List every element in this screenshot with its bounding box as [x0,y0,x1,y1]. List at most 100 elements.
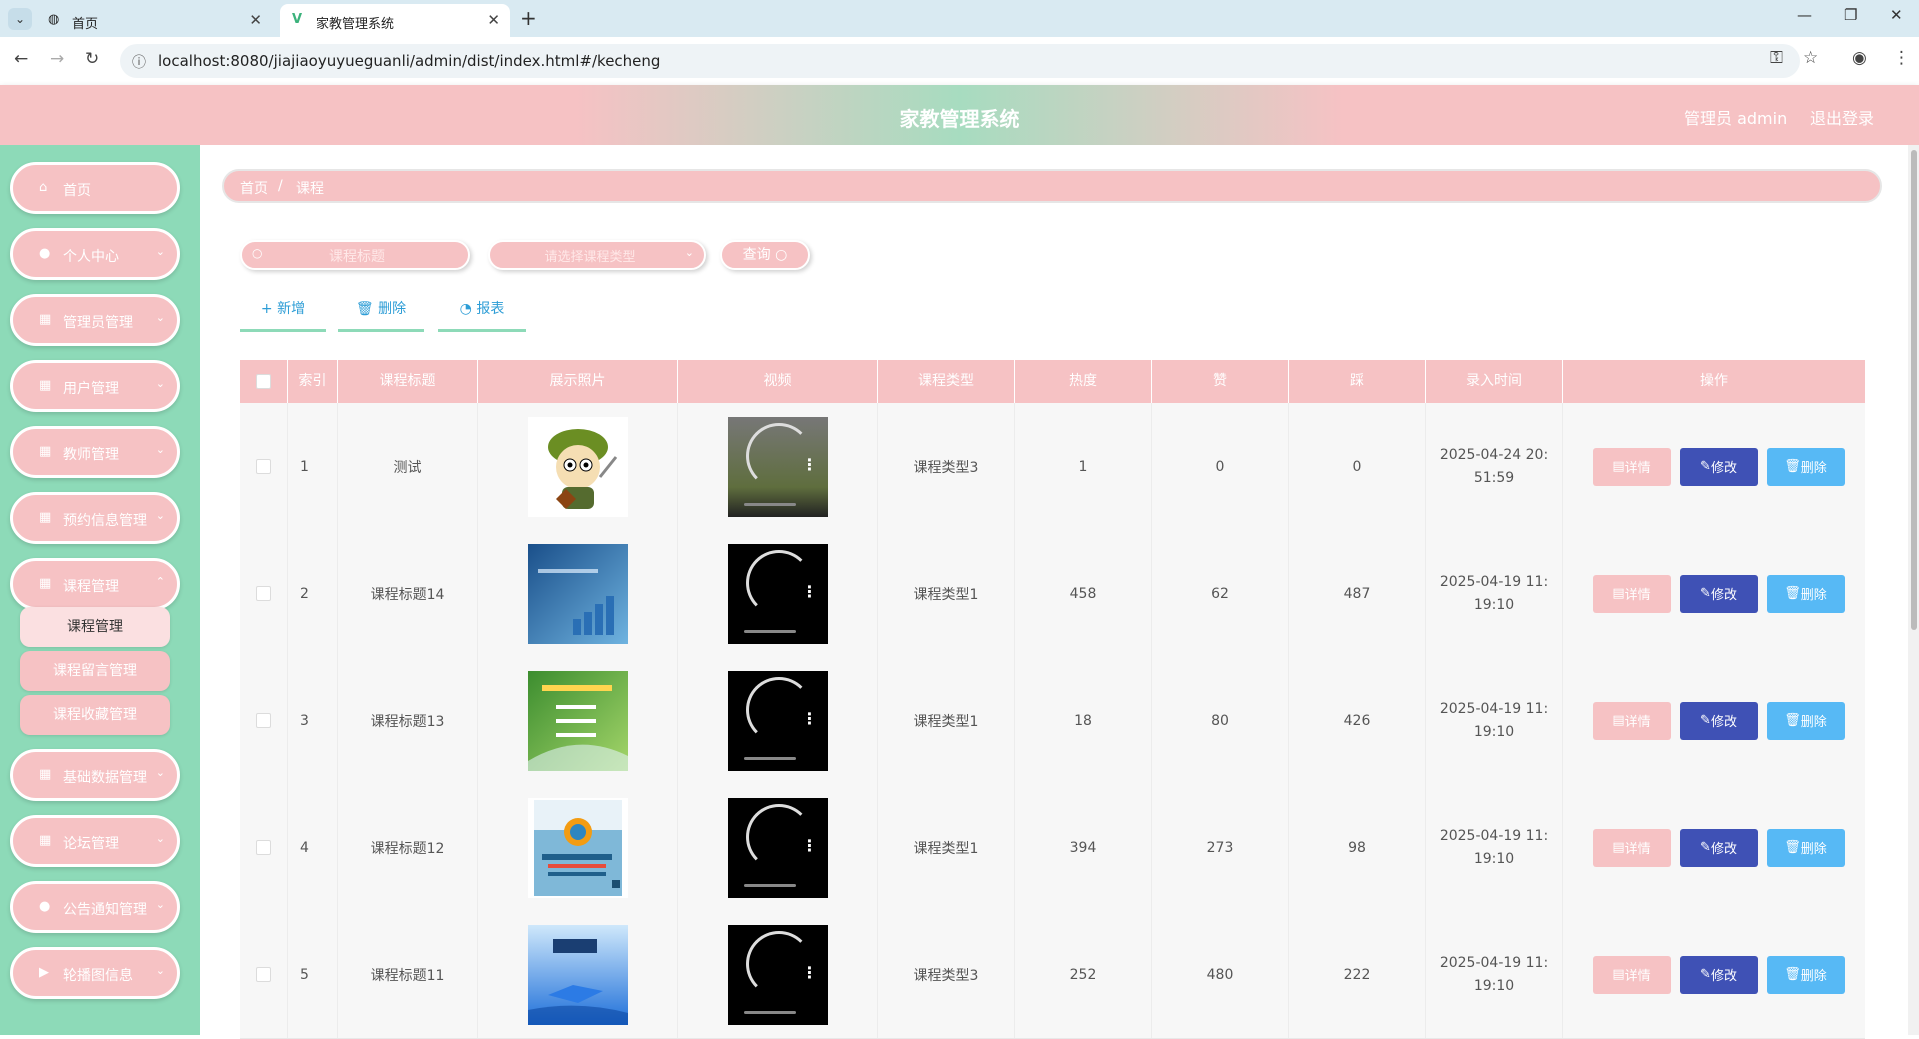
sidebar-item-teachers[interactable]: ▦ 教师管理 ⌄ [10,426,180,478]
restore-icon[interactable]: ❐ [1844,6,1857,24]
sidebar-item-admin[interactable]: ▦ 管理员管理 ⌄ [10,294,180,346]
course-video-player[interactable]: ⋮ [727,416,828,517]
logout-link[interactable]: 退出登录 [1810,105,1874,129]
delete-button[interactable]: 🗑 删除 [1766,955,1845,994]
edit-button[interactable]: ✎ 修改 [1679,447,1758,486]
video-progress-bar[interactable] [743,502,796,506]
video-menu-icon[interactable]: ⋮ [802,582,818,601]
cell-type: 课程类型1 [878,657,1015,784]
doc-icon: ▤ [1612,967,1625,982]
detail-button[interactable]: ▤ 详情 [1592,828,1671,867]
submenu-course-comments[interactable]: 课程留言管理 [20,651,170,691]
sidebar-item-notices[interactable]: ● 公告通知管理 ⌄ [10,881,180,933]
window-close-icon[interactable]: ✕ [1890,6,1903,24]
video-progress-bar[interactable] [743,629,796,633]
sidebar-item-home[interactable]: ⌂ 首页 [10,162,180,214]
detail-button[interactable]: ▤ 详情 [1592,701,1671,740]
detail-button[interactable]: ▤ 详情 [1592,447,1671,486]
edit-button[interactable]: ✎ 修改 [1679,574,1758,613]
browser-tab-home[interactable]: ◍ 首页 ✕ [36,4,272,37]
detail-label: 详情 [1624,715,1651,730]
breadcrumb-home[interactable]: 首页 [240,178,268,198]
row-checkbox[interactable] [256,713,271,728]
sidebar: ⌂ 首页 ● 个人中心 ⌄ ▦ 管理员管理 ⌄ ▦ 用户管理 ⌄ ▦ 教师管理 … [0,145,200,1035]
sidebar-item-forum[interactable]: ▦ 论坛管理 ⌄ [10,815,180,867]
sidebar-item-carousel[interactable]: ▶ 轮播图信息 ⌄ [10,947,180,999]
minimize-icon[interactable]: — [1797,6,1812,24]
video-progress-bar[interactable] [743,1010,796,1014]
add-button[interactable]: + 新增 [240,295,326,332]
delete-button[interactable]: 🗑 删除 [1766,828,1845,867]
sidebar-item-personal[interactable]: ● 个人中心 ⌄ [10,228,180,280]
sidebar-item-label: 用户管理 [63,381,119,397]
close-icon[interactable]: ✕ [249,11,262,29]
row-checkbox[interactable] [256,586,271,601]
course-type-select[interactable]: 请选择课程类型 ⌄ [488,240,706,270]
profile-icon[interactable]: ◉ [1852,48,1867,68]
grid-icon: ▦ [39,576,52,591]
cell-index: 2 [288,530,338,657]
search-title-input[interactable]: ○ 课程标题 [240,240,470,270]
scrollbar-thumb[interactable] [1911,150,1917,630]
forward-icon[interactable]: → [50,49,64,69]
chevron-down-icon: ⌄ [155,245,165,258]
url-field[interactable]: ⓘ localhost:8080/jiajiaoyuyueguanli/admi… [120,44,1800,78]
row-checkbox[interactable] [256,967,271,982]
tab-label: 首页 [72,17,99,32]
chevron-down-icon: ⌄ [155,377,165,390]
cell-like: 80 [1152,657,1289,784]
browser-tab-app[interactable]: V 家教管理系统 ✕ [280,4,510,37]
video-menu-icon[interactable]: ⋮ [802,709,818,728]
submenu-course-favorites[interactable]: 课程收藏管理 [20,695,170,735]
edit-button[interactable]: ✎ 修改 [1679,701,1758,740]
report-button[interactable]: ◔ 报表 [438,295,526,332]
course-video-player[interactable]: ⋮ [727,924,828,1025]
detail-button[interactable]: ▤ 详情 [1592,574,1671,613]
batch-delete-button[interactable]: 🗑 删除 [338,295,424,332]
course-video-player[interactable]: ⋮ [727,797,828,898]
chevron-down-icon: ⌄ [155,766,165,779]
delete-button[interactable]: 🗑 删除 [1766,701,1845,740]
grid-icon: ▦ [39,444,52,459]
doc-icon: ▤ [1612,713,1625,728]
reload-icon[interactable]: ↻ [85,49,99,69]
browser-tabbar: ⌄ ◍ 首页 ✕ V 家教管理系统 ✕ + — ❐ ✕ [0,0,1919,37]
video-menu-icon[interactable]: ⋮ [802,455,818,474]
back-icon[interactable]: ← [14,49,28,69]
video-progress-bar[interactable] [743,883,796,887]
cell-index: 1 [288,403,338,530]
tab-search-dropdown[interactable]: ⌄ [8,8,32,30]
delete-button[interactable]: 🗑 删除 [1766,447,1845,486]
detail-button[interactable]: ▤ 详情 [1592,955,1671,994]
edit-button[interactable]: ✎ 修改 [1679,955,1758,994]
row-checkbox[interactable] [256,459,271,474]
edit-button[interactable]: ✎ 修改 [1679,828,1758,867]
cell-like: 0 [1152,403,1289,530]
sidebar-item-label: 个人中心 [63,249,119,265]
star-icon[interactable]: ☆ [1803,48,1818,68]
submenu-course-manage[interactable]: 课程管理 [20,607,170,647]
cell-hot: 1 [1015,403,1152,530]
delete-button[interactable]: 🗑 删除 [1766,574,1845,613]
video-progress-bar[interactable] [743,756,796,760]
cell-index: 4 [288,784,338,911]
sidebar-item-users[interactable]: ▦ 用户管理 ⌄ [10,360,180,412]
key-icon[interactable]: ⚿ [1770,48,1783,68]
report-label: 报表 [476,301,505,317]
select-all-checkbox[interactable] [256,373,271,389]
menu-icon[interactable]: ⋮ [1893,48,1910,68]
query-button[interactable]: 查询 ○ [720,240,810,270]
site-info-icon[interactable]: ⓘ [132,52,146,72]
new-tab-icon[interactable]: + [520,6,537,30]
video-menu-icon[interactable]: ⋮ [802,836,818,855]
sidebar-item-courses[interactable]: ▦ 课程管理 ⌃ [10,558,180,610]
video-menu-icon[interactable]: ⋮ [802,963,818,982]
sidebar-item-reservations[interactable]: ▦ 预约信息管理 ⌄ [10,492,180,544]
close-icon[interactable]: ✕ [487,11,500,29]
sidebar-item-basedata[interactable]: ▦ 基础数据管理 ⌄ [10,749,180,801]
row-checkbox[interactable] [256,840,271,855]
course-video-player[interactable]: ⋮ [727,543,828,644]
cell-photo [478,403,678,530]
course-video-player[interactable]: ⋮ [727,670,828,771]
user-icon: ● [39,899,51,914]
